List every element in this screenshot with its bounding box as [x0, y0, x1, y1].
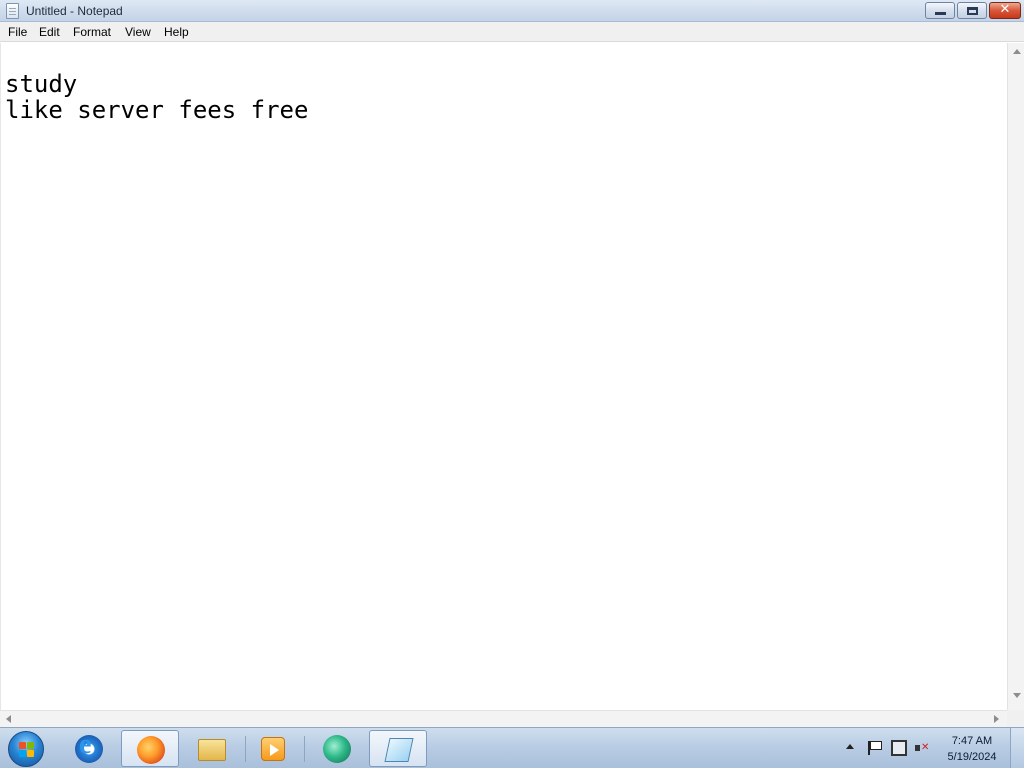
- editor-line: like server fees free: [5, 96, 309, 124]
- taskbar-separator: [304, 736, 305, 762]
- close-button[interactable]: ✕: [989, 2, 1021, 19]
- taskbar-firefox[interactable]: [121, 730, 179, 767]
- scroll-down-icon[interactable]: [1013, 693, 1021, 698]
- text-editor[interactable]: study like server fees free: [0, 43, 1007, 710]
- close-icon: ✕: [999, 2, 1011, 17]
- network-icon[interactable]: [891, 740, 907, 756]
- horizontal-scrollbar[interactable]: [0, 710, 1007, 727]
- menu-help[interactable]: Help: [164, 25, 189, 39]
- restore-icon: [967, 7, 978, 15]
- taskbar-notepad[interactable]: [369, 730, 427, 767]
- editor-line: study: [5, 70, 78, 98]
- taskbar-chat[interactable]: [308, 730, 366, 767]
- minimize-button[interactable]: [925, 2, 955, 19]
- menu-edit[interactable]: Edit: [39, 25, 60, 39]
- show-hidden-icons-icon[interactable]: [846, 744, 854, 749]
- scroll-left-icon[interactable]: [6, 715, 11, 723]
- taskbar-ie[interactable]: [60, 729, 118, 767]
- show-desktop-button[interactable]: [1010, 728, 1024, 768]
- scroll-up-icon[interactable]: [1013, 49, 1021, 54]
- volume-muted-icon[interactable]: [914, 740, 930, 756]
- scrollbar-corner: [1007, 710, 1024, 727]
- title-bar[interactable]: Untitled - Notepad ✕: [0, 0, 1024, 22]
- notepad-app-icon[interactable]: [6, 3, 19, 19]
- chat-icon: [323, 735, 351, 763]
- windows-logo-icon: [19, 742, 35, 758]
- menu-view[interactable]: View: [125, 25, 151, 39]
- media-player-icon: [261, 737, 285, 761]
- window-title: Untitled - Notepad: [26, 4, 123, 18]
- menu-file[interactable]: File: [8, 25, 27, 39]
- start-button[interactable]: [8, 731, 44, 767]
- ie-icon: [75, 729, 103, 763]
- clock-date: 5/19/2024: [947, 751, 997, 763]
- scroll-right-icon[interactable]: [994, 715, 999, 723]
- system-clock[interactable]: 7:47 AM 5/19/2024: [940, 733, 1004, 765]
- taskbar: 7:47 AM 5/19/2024: [0, 727, 1024, 768]
- clock-time: 7:47 AM: [951, 735, 993, 747]
- restore-button[interactable]: [957, 2, 987, 19]
- menu-format[interactable]: Format: [73, 25, 111, 39]
- action-center-flag-icon[interactable]: [866, 740, 882, 756]
- firefox-icon: [137, 736, 165, 764]
- taskbar-explorer[interactable]: [183, 730, 241, 767]
- taskbar-media-player[interactable]: [244, 730, 302, 767]
- notepad-icon: [384, 738, 414, 762]
- vertical-scrollbar[interactable]: [1007, 43, 1024, 710]
- minimize-icon: [935, 12, 946, 15]
- folder-icon: [198, 739, 226, 761]
- menu-bar: File Edit Format View Help: [0, 22, 1024, 42]
